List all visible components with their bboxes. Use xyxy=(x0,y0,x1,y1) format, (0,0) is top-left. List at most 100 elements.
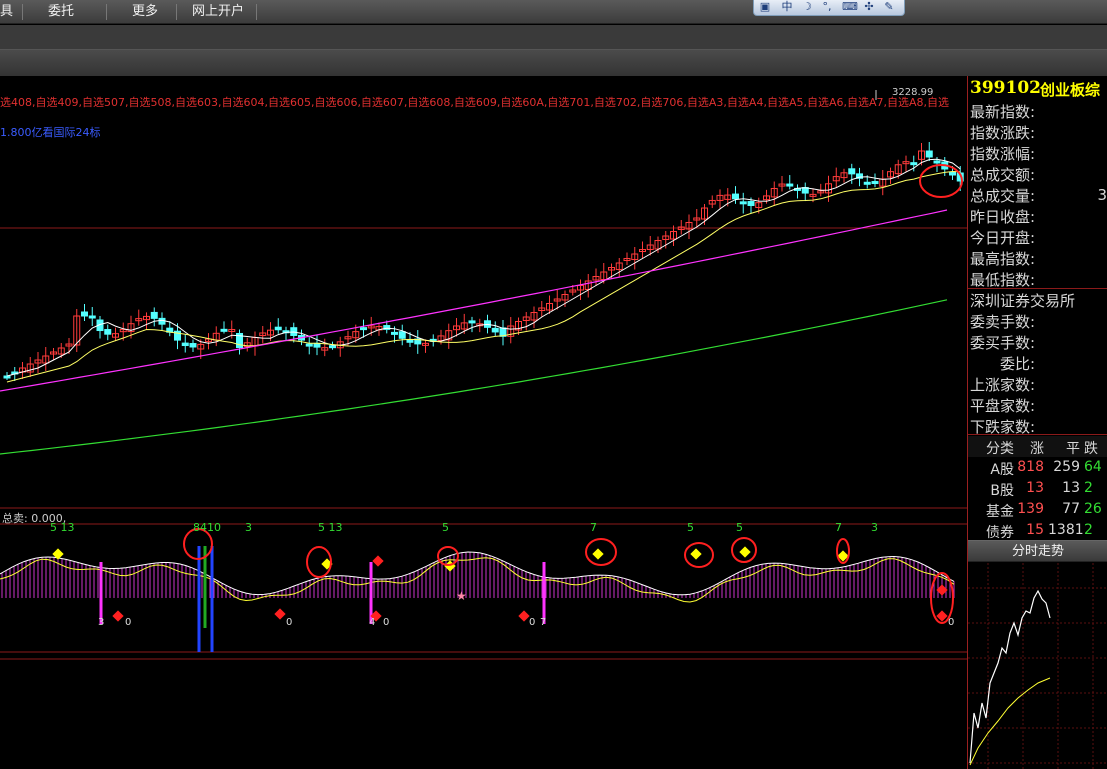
stat-sell-lots: 委卖手数: xyxy=(970,313,1036,331)
table-row: 债券 15 1381 2 xyxy=(968,520,1107,541)
candle xyxy=(871,181,879,185)
stat-prev-close: 昨日收盘: xyxy=(970,208,1036,226)
sub-bottom-number: 0 xyxy=(286,617,292,628)
candle xyxy=(747,201,755,206)
display-icon[interactable]: ▣ xyxy=(758,0,772,14)
candle xyxy=(305,343,313,347)
zh-icon[interactable]: 中 xyxy=(780,0,794,14)
timeshare-button[interactable]: 分时走势 xyxy=(968,540,1107,562)
menu-separator xyxy=(256,4,257,20)
signal-diamond xyxy=(518,610,530,622)
keyboard-icon[interactable]: ⌨ xyxy=(842,0,858,14)
candle xyxy=(732,193,739,200)
mini-avg-line xyxy=(969,677,1051,766)
table-row: B股 13 13 2 xyxy=(968,478,1107,499)
sub-top-number: 8410 xyxy=(193,521,221,534)
signal-diamond xyxy=(690,548,702,560)
stat-change-pct: 指数涨幅: xyxy=(970,145,1036,163)
divider xyxy=(968,434,1107,435)
signal-diamond xyxy=(936,610,948,622)
table-cell: 债券 xyxy=(986,525,1014,541)
sub-top-number: 7 xyxy=(835,521,842,534)
candle xyxy=(104,329,112,335)
stat-up-count: 上涨家数: xyxy=(970,376,1036,394)
table-cell: 15 xyxy=(1026,522,1044,538)
ma10-line xyxy=(6,170,961,383)
table-cell: A股 xyxy=(990,462,1014,478)
candle xyxy=(313,342,321,348)
menu-item-entrust[interactable]: 委托 xyxy=(48,0,74,24)
menu-separator xyxy=(176,4,177,20)
menu-item-online-account[interactable]: 网上开户 xyxy=(192,0,244,24)
custom-sector-list[interactable]: 选408,自选409,自选507,自选508,自选603,自选604,自选605… xyxy=(0,94,949,110)
candle xyxy=(933,160,941,164)
sub-top-number: 5 xyxy=(736,521,743,534)
candle xyxy=(360,327,367,331)
toolbar-band xyxy=(0,25,1107,49)
table-cell: 26 xyxy=(1084,501,1102,517)
table-header: 分类 涨 平 跌 xyxy=(968,436,1107,457)
menu-item-tools[interactable]: 具 xyxy=(0,0,13,24)
index-code: 399102 xyxy=(970,78,1041,98)
candle xyxy=(949,171,956,176)
stat-latest: 最新指数: xyxy=(970,103,1036,121)
osc-line-yellow xyxy=(0,557,955,603)
exchange-name: 深圳证券交易所 xyxy=(970,292,1076,310)
divider xyxy=(968,288,1107,289)
sub-bottom-number: 0 xyxy=(383,617,389,628)
table-cell: 1381 xyxy=(1048,522,1084,538)
stat-open: 今日开盘: xyxy=(970,229,1036,247)
index-name: 创业板综 xyxy=(1040,81,1101,99)
candle xyxy=(406,339,414,343)
candle xyxy=(786,183,794,187)
candle xyxy=(88,315,96,319)
table-cell: 基金 xyxy=(986,504,1014,520)
menu-item-more[interactable]: 更多 xyxy=(132,0,158,24)
signal-diamond xyxy=(274,608,286,620)
peak-price-label: 3228.99 xyxy=(892,87,934,98)
candle xyxy=(925,150,933,158)
candle xyxy=(739,201,747,205)
table-cell: 13 xyxy=(1026,480,1044,496)
candle xyxy=(848,168,856,175)
candle xyxy=(189,343,197,348)
ime-toolbar: ▣ 中 ☽ °, ⌨ ✣ ✎ xyxy=(753,0,905,16)
stat-turnover: 总成交额: xyxy=(970,166,1036,184)
candle xyxy=(491,327,499,333)
kline-chart-area[interactable]: ★ 5 13 8410 3 5 13 5 7 5 5 7 3 3 0 0 4 0 0 7 0 xyxy=(0,76,967,769)
sub-bottom-number: 3 xyxy=(98,617,104,628)
punct-icon[interactable]: °, xyxy=(820,0,834,14)
stat-buy-lots: 委买手数: xyxy=(970,334,1036,352)
table-row: A股 818 259 64 xyxy=(968,457,1107,478)
candle xyxy=(220,328,228,332)
mini-price-line xyxy=(969,589,1051,764)
signal-diamond xyxy=(112,610,124,622)
tools-icon[interactable]: ✣ xyxy=(862,0,876,14)
table-cell: 2 xyxy=(1084,522,1093,538)
stat-low: 最低指数: xyxy=(970,271,1036,289)
stat-volume: 总成交量: xyxy=(970,187,1036,205)
col-header: 平 xyxy=(1066,441,1080,457)
annotation-circle xyxy=(919,164,963,198)
timeshare-mini-chart[interactable] xyxy=(968,563,1107,769)
col-header: 分类 xyxy=(986,441,1014,457)
sub-top-number: 5 13 xyxy=(318,521,343,534)
sub-top-number: 3 xyxy=(245,521,252,534)
index-note: 1.800亿看国际24标 xyxy=(0,126,101,139)
table-cell: 77 xyxy=(1062,501,1080,517)
candle xyxy=(910,162,918,166)
volume-value: 3 xyxy=(1097,186,1107,204)
moon-icon[interactable]: ☽ xyxy=(800,0,814,14)
table-cell: 13 xyxy=(1062,480,1080,496)
table-cell: 259 xyxy=(1053,459,1080,475)
menu-separator xyxy=(106,4,107,20)
candle xyxy=(398,331,406,339)
stat-order-ratio: 委比: xyxy=(1000,355,1036,373)
sub-chart-label: 总卖: 0.000, xyxy=(2,512,67,525)
col-header: 涨 xyxy=(1030,441,1044,457)
sub-bottom-number: 4 xyxy=(369,617,375,628)
table-row: 基金 139 77 26 xyxy=(968,499,1107,520)
wrench-icon[interactable]: ✎ xyxy=(882,0,896,14)
kline-chart[interactable]: ★5 13 8410 3 5 13 5 7 5 5 7 33 0 0 4 0 0 7 0 xyxy=(0,76,967,769)
table-cell: 818 xyxy=(1017,459,1044,475)
